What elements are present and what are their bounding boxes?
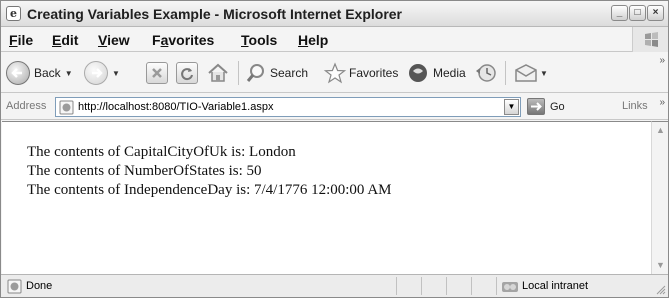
vertical-scrollbar[interactable]: ▲ ▼ — [651, 121, 668, 274]
home-icon — [208, 63, 228, 82]
history-button[interactable] — [474, 61, 498, 85]
window-title: Creating Variables Example - Microsoft I… — [27, 6, 402, 22]
go-label: Go — [550, 100, 565, 113]
scroll-up-icon[interactable]: ▲ — [655, 125, 666, 136]
back-button[interactable]: Back ▼ — [6, 61, 73, 85]
address-label: Address — [6, 100, 47, 112]
status-text: Done — [26, 280, 53, 292]
close-button[interactable]: × — [647, 5, 664, 21]
content-line: The contents of IndependenceDay is: 7/4/… — [27, 182, 392, 198]
address-input[interactable]: http://localhost:8080/TIO-Variable1.aspx… — [55, 97, 521, 117]
forward-button[interactable]: ▼ — [84, 61, 120, 85]
content-line: The contents of CapitalCityOfUk is: Lond… — [27, 144, 296, 160]
toolbar-overflow-icon[interactable]: » — [659, 55, 665, 66]
menu-bar: File Edit View Favorites Tools Help — [1, 27, 668, 52]
status-divider — [446, 277, 447, 295]
links-overflow-icon[interactable]: » — [659, 97, 665, 108]
scroll-down-icon[interactable]: ▼ — [655, 260, 666, 271]
menu-file[interactable]: File — [9, 32, 33, 48]
media-button[interactable]: Media — [406, 61, 466, 85]
home-button[interactable] — [206, 61, 230, 85]
menu-favorites[interactable]: Favorites — [152, 32, 214, 48]
address-url: http://localhost:8080/TIO-Variable1.aspx — [78, 101, 274, 113]
maximize-button[interactable]: □ — [629, 5, 646, 21]
windows-logo-icon — [632, 27, 668, 52]
status-divider — [471, 277, 472, 295]
search-button[interactable]: Search — [245, 61, 308, 85]
toolbar-separator — [505, 61, 506, 85]
history-icon — [476, 64, 496, 82]
search-icon — [246, 64, 264, 82]
forward-arrow-icon — [84, 61, 108, 85]
browser-window: e Creating Variables Example - Microsoft… — [0, 0, 669, 298]
favorites-star-icon — [323, 62, 347, 84]
stop-icon — [146, 62, 168, 84]
mail-dropdown-icon[interactable]: ▼ — [540, 69, 548, 78]
back-label: Back — [34, 66, 61, 80]
menu-tools[interactable]: Tools — [241, 32, 277, 48]
status-divider — [396, 277, 397, 295]
back-dropdown-icon[interactable]: ▼ — [65, 69, 73, 78]
address-dropdown-icon[interactable]: ▼ — [504, 99, 519, 115]
toolbar: Back ▼ ▼ Search Favorites Media ▼ » — [1, 53, 668, 93]
status-divider — [496, 277, 497, 295]
stop-button[interactable] — [146, 61, 168, 85]
toolbar-separator — [238, 61, 239, 85]
local-intranet-icon — [502, 282, 518, 292]
page-icon — [59, 100, 74, 115]
address-bar: Address http://localhost:8080/TIO-Variab… — [1, 94, 668, 120]
mail-icon — [515, 64, 537, 82]
back-arrow-icon — [6, 61, 30, 85]
links-label[interactable]: Links — [622, 100, 648, 112]
mail-button[interactable]: ▼ — [513, 61, 548, 85]
content-line: The contents of NumberOfStates is: 50 — [27, 163, 262, 179]
content-text: The contents of CapitalCityOfUk is: Lond… — [27, 143, 392, 200]
status-divider — [421, 277, 422, 295]
refresh-icon — [176, 62, 198, 84]
menu-edit[interactable]: Edit — [52, 32, 78, 48]
minimize-button[interactable]: _ — [611, 5, 628, 21]
refresh-button[interactable] — [176, 61, 198, 85]
resize-grip-icon[interactable] — [655, 284, 666, 295]
zone-text: Local intranet — [522, 280, 589, 292]
title-bar: e Creating Variables Example - Microsoft… — [1, 1, 668, 27]
page-done-icon — [7, 279, 22, 294]
media-label: Media — [433, 66, 466, 80]
favorites-button[interactable]: Favorites — [323, 61, 398, 85]
menu-view[interactable]: View — [98, 32, 130, 48]
go-button[interactable]: Go — [527, 98, 565, 115]
search-label: Search — [270, 66, 309, 80]
forward-dropdown-icon[interactable]: ▼ — [112, 69, 120, 78]
internet-explorer-icon: e — [6, 6, 21, 21]
go-arrow-icon — [527, 98, 545, 115]
status-bar: Done Local intranet — [1, 274, 668, 297]
favorites-label: Favorites — [349, 66, 399, 80]
media-icon — [409, 64, 427, 82]
page-content: The contents of CapitalCityOfUk is: Lond… — [2, 121, 651, 274]
menu-help[interactable]: Help — [298, 32, 328, 48]
